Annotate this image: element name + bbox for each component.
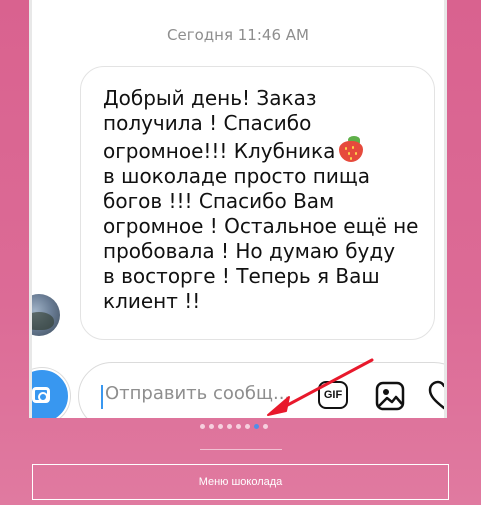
message-input-placeholder: Отправить сообщ... <box>105 383 291 404</box>
message-bubble: Добрый день! Заказ получила ! Спасибо ог… <box>80 66 435 340</box>
carousel-dot[interactable] <box>227 424 232 429</box>
message-line-text: огромное!!! Клубника <box>103 139 336 163</box>
message-line: пробовала ! Но думаю буду <box>103 239 396 263</box>
text-caret <box>101 385 103 409</box>
camera-button[interactable] <box>32 368 70 418</box>
message-input[interactable]: Отправить сообщ... GIF <box>78 362 444 418</box>
chocolate-menu-button[interactable]: Меню шоколада <box>32 464 449 500</box>
divider <box>200 449 282 450</box>
carousel-dot[interactable] <box>263 424 268 429</box>
gif-button[interactable]: GIF <box>318 381 348 409</box>
message-line: богов !!! Спасибо Вам <box>103 189 335 213</box>
avatar[interactable] <box>32 294 60 336</box>
carousel-dot[interactable] <box>236 424 241 429</box>
carousel-dot-active[interactable] <box>254 424 259 429</box>
message-timestamp: Сегодня 11:46 AM <box>167 26 309 44</box>
gallery-icon[interactable] <box>375 381 405 411</box>
left-edge <box>29 0 32 418</box>
carousel-dot[interactable] <box>245 424 250 429</box>
message-line: в восторге ! Теперь я Ваш <box>103 264 380 288</box>
heart-icon[interactable] <box>427 379 444 411</box>
message-line: в шоколаде просто пища <box>103 164 370 188</box>
camera-icon <box>32 387 50 403</box>
carousel-dot[interactable] <box>209 424 214 429</box>
carousel-dots[interactable] <box>200 424 268 429</box>
carousel-dot[interactable] <box>218 424 223 429</box>
carousel-dot[interactable] <box>200 424 205 429</box>
screenshot-frame: Сегодня 11:46 AM Добрый день! Заказ полу… <box>32 0 444 418</box>
right-edge <box>444 0 447 418</box>
message-line: получила ! Спасибо <box>103 111 312 135</box>
message-line: огромное ! Остальное ещё не <box>103 214 419 238</box>
strawberry-icon <box>339 136 364 162</box>
message-line: огромное!!! Клубника <box>103 136 412 164</box>
message-line: клиент !! <box>103 289 201 313</box>
message-line: Добрый день! Заказ <box>103 86 317 110</box>
